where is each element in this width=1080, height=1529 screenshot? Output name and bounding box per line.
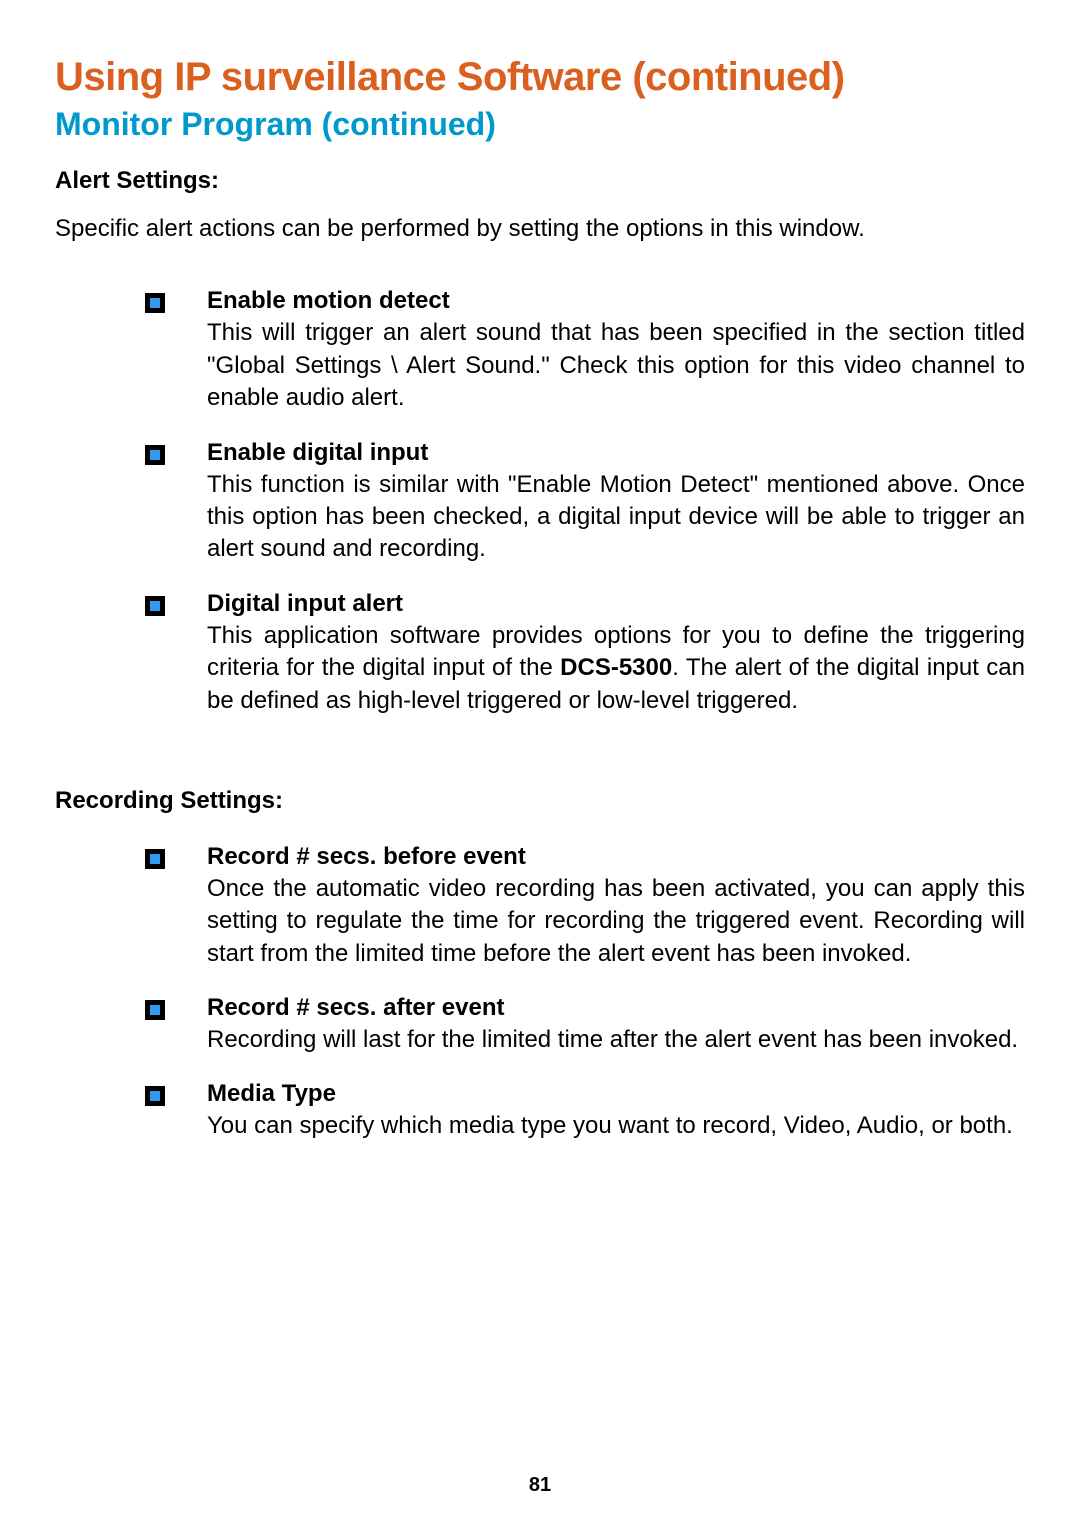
bullet-digital-input: Enable digital input This function is si… [55, 439, 1025, 566]
recording-settings-heading: Recording Settings: [55, 787, 1025, 815]
bullet-body: This function is similar with "Enable Mo… [207, 469, 1025, 566]
bullet-media-type: Media Type You can specify which media t… [55, 1080, 1025, 1142]
model-name: DCS-5300 [560, 654, 672, 681]
bullet-icon [145, 1086, 165, 1106]
bullet-title: Media Type [207, 1080, 1025, 1108]
bullet-icon [145, 293, 165, 313]
bullet-title: Record # secs. after event [207, 994, 1025, 1022]
bullet-icon [145, 1000, 165, 1020]
page-number: 81 [0, 1474, 1080, 1497]
bullet-body: This application software provides optio… [207, 620, 1025, 717]
bullet-body: Recording will last for the limited time… [207, 1024, 1025, 1056]
bullet-title: Record # secs. before event [207, 843, 1025, 871]
bullet-icon [145, 849, 165, 869]
bullet-icon [145, 445, 165, 465]
bullet-motion-detect: Enable motion detect This will trigger a… [55, 287, 1025, 414]
bullet-body: Once the automatic video recording has b… [207, 873, 1025, 970]
bullet-record-after: Record # secs. after event Recording wil… [55, 994, 1025, 1056]
bullet-title: Enable motion detect [207, 287, 1025, 315]
bullet-title: Enable digital input [207, 439, 1025, 467]
alert-settings-intro: Specific alert actions can be performed … [55, 213, 1025, 245]
alert-settings-heading: Alert Settings: [55, 167, 1025, 195]
bullet-title: Digital input alert [207, 590, 1025, 618]
bullet-record-before: Record # secs. before event Once the aut… [55, 843, 1025, 970]
page-title: Using IP surveillance Software (continue… [55, 55, 1025, 100]
bullet-body: You can specify which media type you wan… [207, 1110, 1025, 1142]
bullet-digital-alert: Digital input alert This application sof… [55, 590, 1025, 717]
page-subtitle: Monitor Program (continued) [55, 106, 1025, 143]
bullet-icon [145, 596, 165, 616]
bullet-body: This will trigger an alert sound that ha… [207, 317, 1025, 414]
